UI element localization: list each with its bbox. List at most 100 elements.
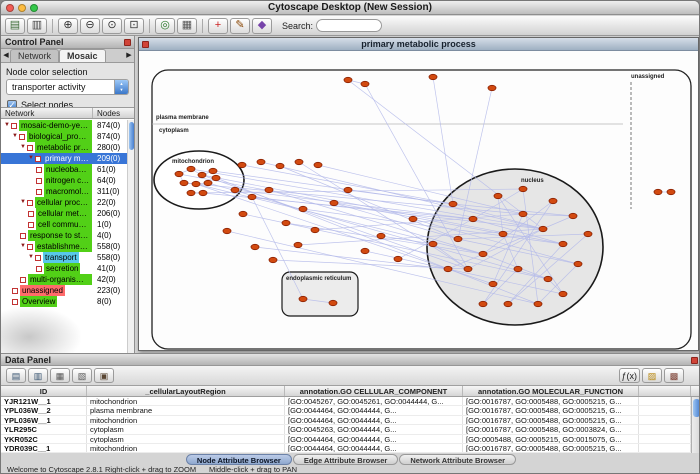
tree-expander-icon[interactable]: ▼: [20, 197, 27, 208]
network-graph[interactable]: plasma membranecytoplasmmitochondrionnuc…: [139, 51, 698, 351]
network-node[interactable]: [409, 216, 417, 221]
tree-row-biological-process[interactable]: ▼biological_process874(0): [1, 131, 127, 142]
network-node[interactable]: [574, 261, 582, 266]
network-node[interactable]: [544, 276, 552, 281]
tab-scroll-right-icon[interactable]: ▶: [125, 49, 133, 62]
tree-scrollbar[interactable]: [127, 120, 134, 353]
tree-row-cellular-metabo[interactable]: cellular metabo...206(0): [1, 208, 127, 219]
tree-row-establishment-of-lo[interactable]: ▼establishment of lo...558(0): [1, 241, 127, 252]
tab-network-attribute-browser[interactable]: Network Attribute Browser: [399, 454, 516, 465]
column-header-id[interactable]: ID: [1, 386, 87, 396]
network-canvas[interactable]: plasma membranecytoplasmmitochondrionnuc…: [139, 51, 698, 350]
network-node[interactable]: [469, 216, 477, 221]
network-node[interactable]: [238, 162, 246, 167]
network-node[interactable]: [449, 201, 457, 206]
open-session-icon[interactable]: ▥: [27, 18, 47, 34]
network-node[interactable]: [257, 159, 265, 164]
network-node[interactable]: [584, 231, 592, 236]
panel-tab-network[interactable]: Network: [10, 49, 59, 62]
network-node[interactable]: [299, 206, 307, 211]
network-node[interactable]: [519, 211, 527, 216]
network-view-titlebar[interactable]: primary metabolic process: [139, 38, 698, 51]
vizmapper-icon[interactable]: ◆: [252, 18, 272, 34]
network-node[interactable]: [251, 244, 259, 249]
network-overview-icon[interactable]: ▦: [177, 18, 197, 34]
tree-row-nitrogen-compo[interactable]: nitrogen compo...64(0): [1, 175, 127, 186]
panel-tab-mosaic[interactable]: Mosaic: [59, 49, 106, 62]
network-node[interactable]: [377, 233, 385, 238]
node-color-dropdown[interactable]: transporter activity ▲▼: [6, 79, 129, 95]
network-node[interactable]: [539, 226, 547, 231]
network-node[interactable]: [294, 242, 302, 247]
network-node[interactable]: [282, 220, 290, 225]
network-node[interactable]: [295, 159, 303, 164]
window-titlebar[interactable]: Cytoscape Desktop (New Session): [1, 1, 699, 15]
network-node[interactable]: [198, 172, 206, 177]
network-node[interactable]: [212, 175, 220, 180]
tree-column-nodes[interactable]: Nodes: [93, 108, 134, 118]
network-node[interactable]: [494, 193, 502, 198]
import-attributes-icon[interactable]: ▨: [642, 368, 662, 383]
tree-row-secretion[interactable]: secretion41(0): [1, 263, 127, 274]
new-session-icon[interactable]: ▤: [5, 18, 25, 34]
tab-scroll-left-icon[interactable]: ◀: [2, 49, 10, 62]
create-network-icon[interactable]: +: [208, 18, 228, 34]
network-node[interactable]: [488, 85, 496, 90]
network-node[interactable]: [344, 187, 352, 192]
network-node[interactable]: [394, 256, 402, 261]
search-input[interactable]: [316, 19, 382, 32]
column-header-annotation-go-cellular-component[interactable]: annotation.GO CELLULAR_COMPONENT: [285, 386, 463, 396]
tab-node-attribute-browser[interactable]: Node Attribute Browser: [186, 454, 292, 465]
zoom-in-icon[interactable]: ⊕: [58, 18, 78, 34]
network-node[interactable]: [269, 257, 277, 262]
tree-expander-icon[interactable]: ▼: [28, 153, 35, 164]
network-node[interactable]: [199, 190, 207, 195]
table-row[interactable]: YPL036W__2plasma membrane[GO:0044464, GO…: [1, 406, 691, 415]
chevron-down-icon[interactable]: ▲▼: [114, 80, 128, 94]
network-node[interactable]: [454, 236, 462, 241]
float-data-panel-button[interactable]: [691, 357, 698, 364]
network-node[interactable]: [329, 300, 337, 305]
network-node[interactable]: [444, 266, 452, 271]
network-node[interactable]: [499, 231, 507, 236]
network-node[interactable]: [504, 301, 512, 306]
network-node[interactable]: [534, 301, 542, 306]
column-header-cellularlayoutregion[interactable]: _cellularLayoutRegion: [87, 386, 285, 396]
tree-row-transport[interactable]: ▼transport558(0): [1, 252, 127, 263]
tree-row-nucleobase[interactable]: nucleobase...61(0): [1, 164, 127, 175]
network-node[interactable]: [204, 180, 212, 185]
network-node[interactable]: [519, 186, 527, 191]
network-node[interactable]: [265, 187, 273, 192]
network-node[interactable]: [180, 180, 188, 185]
column-header-item[interactable]: [639, 386, 691, 396]
tree-expander-icon[interactable]: ▼: [28, 252, 35, 263]
network-node[interactable]: [559, 291, 567, 296]
table-row[interactable]: YLR295Ccytoplasm[GO:0045263, GO:0044444,…: [1, 425, 691, 434]
map-attributes-icon[interactable]: ▩: [664, 368, 684, 383]
tree-expander-icon[interactable]: ▼: [20, 142, 27, 153]
tree-row-cell-communicat[interactable]: cell communicat...1(0): [1, 219, 127, 230]
network-node[interactable]: [299, 296, 307, 301]
network-node[interactable]: [559, 241, 567, 246]
zoom-selected-icon[interactable]: ⊙: [102, 18, 122, 34]
network-node[interactable]: [479, 301, 487, 306]
network-node[interactable]: [569, 213, 577, 218]
table-scrollbar-thumb[interactable]: [693, 399, 700, 417]
close-network-view-button[interactable]: [142, 41, 149, 48]
network-node[interactable]: [489, 281, 497, 286]
network-node[interactable]: [187, 190, 195, 195]
tab-edge-attribute-browser[interactable]: Edge Attribute Browser: [293, 454, 398, 465]
network-node[interactable]: [549, 198, 557, 203]
tree-row-primary-metab[interactable]: ▼primary metab...209(0): [1, 153, 127, 164]
network-node[interactable]: [314, 162, 322, 167]
network-node[interactable]: [361, 248, 369, 253]
network-node[interactable]: [429, 241, 437, 246]
network-node[interactable]: [248, 194, 256, 199]
tree-column-network[interactable]: Network: [1, 108, 93, 118]
network-node[interactable]: [654, 189, 662, 194]
select-attributes-icon[interactable]: ▤: [6, 368, 26, 383]
column-header-annotation-go-molecular-function[interactable]: annotation.GO MOLECULAR_FUNCTION: [463, 386, 639, 396]
tree-row-cellular-process[interactable]: ▼cellular process22(0): [1, 197, 127, 208]
network-node[interactable]: [276, 163, 284, 168]
import-network-icon[interactable]: ✎: [230, 18, 250, 34]
